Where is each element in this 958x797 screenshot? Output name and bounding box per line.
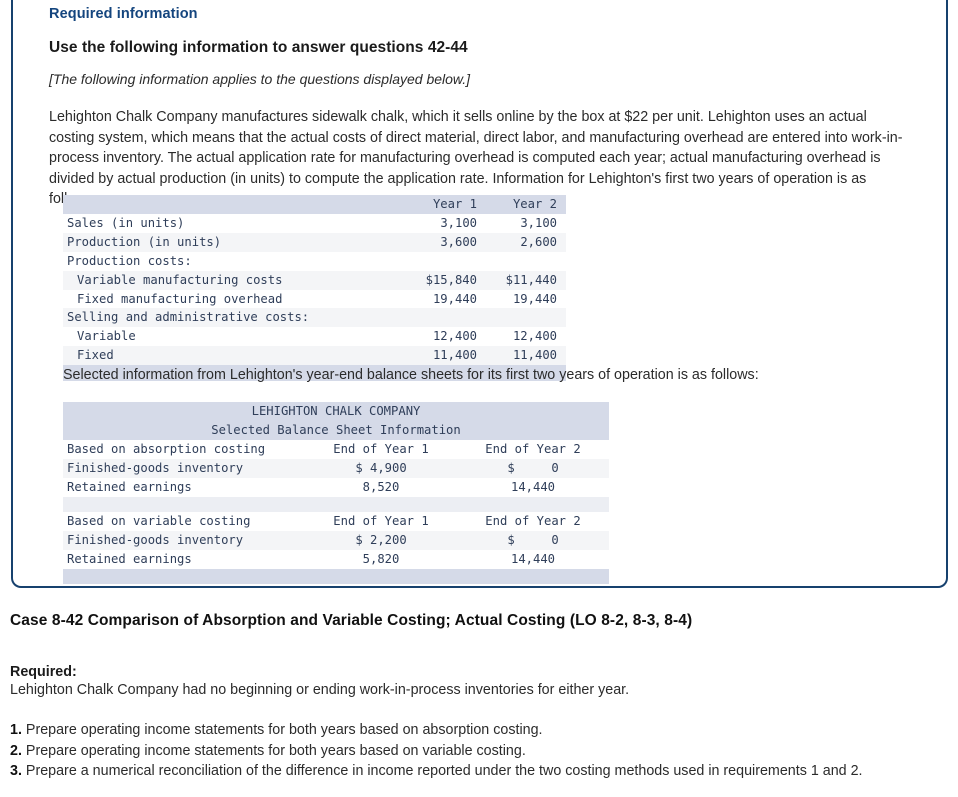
table-row: Finished-goods inventory $ 2,200 $ 0 bbox=[63, 530, 609, 550]
cell-year2: 12,400 bbox=[512, 329, 557, 344]
table-row: Retained earnings 8,520 14,440 bbox=[63, 478, 609, 497]
cell-year2: 3,100 bbox=[520, 215, 557, 230]
case-title: Case 8-42 Comparison of Absorption and V… bbox=[10, 612, 693, 629]
requirement-text: Prepare a numerical reconciliation of th… bbox=[21, 763, 863, 780]
cell-year1: 12,400 bbox=[432, 329, 477, 344]
row-label: Selling and administrative costs: bbox=[67, 310, 310, 325]
row-label: Retained earnings bbox=[67, 551, 192, 566]
requirement-item: 3. Prepare a numerical reconciliation of… bbox=[10, 761, 950, 782]
cell-end-year2: End of Year 2 bbox=[485, 514, 581, 529]
annual-data-table: Year 1 Year 2 Sales (in units) 3,100 3,100… bbox=[63, 195, 566, 381]
cell-year2 bbox=[486, 252, 566, 271]
cell-year1: 3,100 bbox=[440, 215, 477, 230]
cell-year2: 2,600 bbox=[520, 234, 557, 249]
row-label: Variable bbox=[77, 329, 136, 344]
cell-year2: 11,400 bbox=[512, 348, 557, 363]
balance-table-title-row-2: Selected Balance Sheet Information bbox=[63, 420, 609, 440]
table-row: Selling and administrative costs: bbox=[63, 308, 566, 328]
balance-sheet-table: LEHIGHTON CHALK COMPANY Selected Balance… bbox=[63, 402, 609, 585]
cell-end-year2: $ 0 bbox=[507, 460, 559, 475]
cell-end-year1: $ 2,200 bbox=[355, 532, 407, 547]
table-row: Fixed 11,400 11,400 bbox=[63, 346, 566, 366]
column-header-year1: Year 1 bbox=[432, 197, 477, 211]
cell-year1 bbox=[406, 252, 486, 271]
mid-paragraph: Selected information from Lehighton's ye… bbox=[63, 367, 759, 383]
column-header-year2: Year 2 bbox=[512, 197, 557, 211]
requirements-list: 1. Prepare operating income statements f… bbox=[10, 720, 950, 782]
requirement-number: 3. bbox=[10, 763, 22, 780]
required-text: Lehighton Chalk Company had no beginning… bbox=[10, 682, 630, 698]
requirement-text: Prepare operating income statements for … bbox=[21, 742, 526, 759]
balance-table-footer-band bbox=[63, 568, 609, 585]
table-row: Production costs: bbox=[63, 252, 566, 271]
balance-table-subtitle: Selected Balance Sheet Information bbox=[211, 422, 461, 437]
case-section: Case 8-42 Comparison of Absorption and V… bbox=[10, 612, 950, 782]
required-information-card: Required information Use the following i… bbox=[11, 0, 948, 588]
cell-end-year2: 14,440 bbox=[510, 551, 556, 566]
use-information-heading: Use the following information to answer … bbox=[49, 39, 468, 56]
applies-note: [The following information applies to th… bbox=[49, 71, 471, 87]
row-label: Finished-goods inventory bbox=[67, 460, 244, 475]
row-label: Finished-goods inventory bbox=[67, 532, 244, 547]
row-label: Fixed bbox=[77, 348, 114, 363]
requirement-item: 2. Prepare operating income statements f… bbox=[10, 741, 950, 762]
cell-year2: $11,440 bbox=[505, 272, 557, 287]
table-row: Retained earnings 5,820 14,440 bbox=[63, 550, 609, 569]
table-row: Variable manufacturing costs $15,840 $11,4… bbox=[63, 270, 566, 290]
cell-end-year2: 14,440 bbox=[510, 479, 556, 494]
table-row: Production (in units) 3,600 2,600 bbox=[63, 232, 566, 252]
row-label: Production (in units) bbox=[67, 234, 222, 249]
row-label: Production costs: bbox=[67, 253, 192, 268]
required-label: Required: bbox=[10, 664, 77, 680]
requirement-text: Prepare operating income statements for … bbox=[21, 722, 543, 738]
cell-end-year1: 8,520 bbox=[362, 479, 400, 494]
table-row: Variable 12,400 12,400 bbox=[63, 327, 566, 346]
cell-end-year1: $ 4,900 bbox=[355, 460, 407, 475]
balance-table-title-row-1: LEHIGHTON CHALK COMPANY bbox=[63, 402, 609, 421]
cell-year1: $15,840 bbox=[425, 272, 477, 287]
balance-table-company-name: LEHIGHTON CHALK COMPANY bbox=[251, 404, 421, 418]
cell-year1: 3,600 bbox=[440, 234, 477, 249]
balance-section-header-row: Based on absorption costing End of Year 1… bbox=[63, 440, 609, 459]
table-header-row: Year 1 Year 2 bbox=[63, 195, 566, 214]
requirement-item: 1. Prepare operating income statements f… bbox=[10, 720, 950, 741]
section-separator bbox=[63, 496, 609, 513]
row-label: Sales (in units) bbox=[67, 215, 185, 230]
row-label: Retained earnings bbox=[67, 479, 192, 494]
cell-year1: 19,440 bbox=[432, 291, 477, 306]
cell-end-year1: End of Year 1 bbox=[333, 514, 429, 529]
cell-year2: 19,440 bbox=[512, 291, 557, 306]
row-label: Variable manufacturing costs bbox=[77, 272, 283, 287]
cell-year1: 11,400 bbox=[432, 348, 477, 363]
cell-end-year2: End of Year 2 bbox=[485, 441, 581, 456]
cell-year2 bbox=[486, 308, 566, 327]
requirement-number: 2. bbox=[10, 742, 22, 759]
table-row: Finished-goods inventory $ 4,900 $ 0 bbox=[63, 458, 609, 478]
row-label: Fixed manufacturing overhead bbox=[77, 291, 283, 306]
requirement-number: 1. bbox=[10, 722, 22, 738]
cell-end-year1: 5,820 bbox=[362, 551, 400, 566]
cell-end-year1: End of Year 1 bbox=[333, 441, 429, 456]
column-header-blank bbox=[63, 195, 406, 214]
cell-end-year2: $ 0 bbox=[507, 532, 559, 547]
balance-section-header-row: Based on variable costing End of Year 1 En… bbox=[63, 512, 609, 531]
cell-year1 bbox=[406, 308, 486, 327]
table-row: Sales (in units) 3,100 3,100 bbox=[63, 214, 566, 233]
table-row: Fixed manufacturing overhead 19,440 19,440 bbox=[63, 290, 566, 309]
row-label: Based on absorption costing bbox=[67, 441, 266, 456]
required-information-heading: Required information bbox=[49, 6, 198, 22]
row-label: Based on variable costing bbox=[67, 514, 251, 529]
